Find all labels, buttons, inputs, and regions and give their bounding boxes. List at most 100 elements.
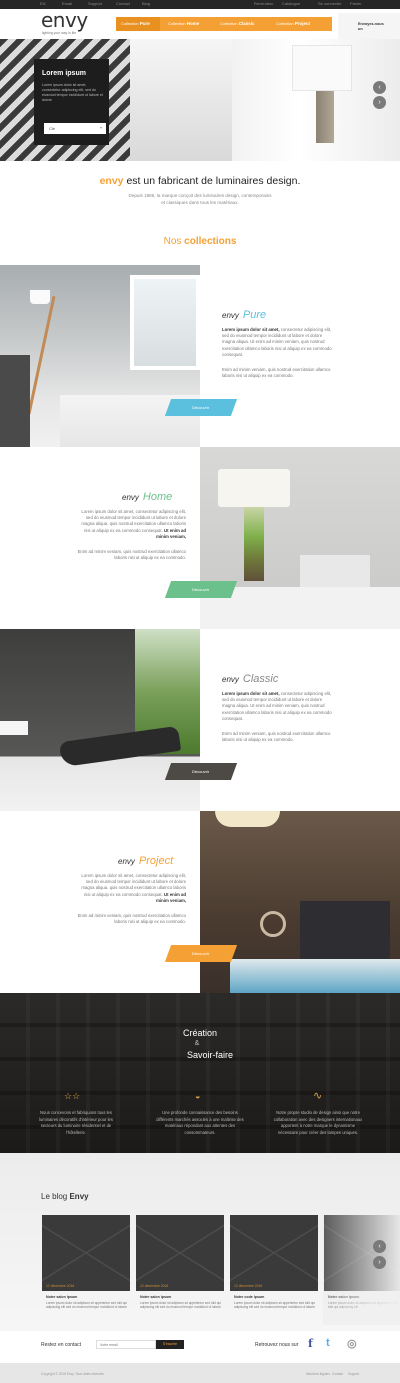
hero-caption-title: Lorem ipsum bbox=[42, 70, 86, 77]
hero-select[interactable]: Clé ▾ bbox=[44, 123, 106, 134]
login-link[interactable]: Se connecter bbox=[318, 1, 342, 6]
blog-prev-button[interactable]: ‹ bbox=[373, 1240, 386, 1253]
intro-text: Depuis 1986, la marque conçoit des lumin… bbox=[128, 193, 272, 205]
blog-card-title: Notre salon Ipsum bbox=[140, 1295, 172, 1299]
blog-card[interactable]: 12 décembre 2016 Notre salon Ipsum Lorem… bbox=[42, 1215, 130, 1327]
nav-item-home[interactable]: Collection Home bbox=[168, 21, 199, 26]
books-image bbox=[300, 555, 370, 587]
collection-home-button[interactable]: Découvrir bbox=[164, 581, 238, 598]
button-label: Découvrir bbox=[192, 405, 210, 410]
hero-lamp-base bbox=[316, 91, 334, 143]
nav-item-pure[interactable]: Collection Pure bbox=[121, 21, 150, 26]
button-label: Découvrir bbox=[192, 951, 210, 956]
nav-prefix: Collection bbox=[168, 21, 186, 26]
hero-window-image bbox=[130, 39, 240, 161]
contact-cta-label: Envoyez-nous un bbox=[358, 22, 384, 31]
collection-pure-text-2: Enim ad minim veniam, quis nostrud exerc… bbox=[222, 367, 331, 379]
collection-pure-button[interactable]: Découvrir bbox=[164, 399, 238, 416]
language-link[interactable]: EN bbox=[40, 1, 46, 6]
blog-card[interactable]: 12 décembre 2016 Notre salon Ipsum Lorem… bbox=[136, 1215, 224, 1327]
collection-classic-button[interactable]: Découvrir bbox=[164, 763, 238, 780]
blog-title-prefix: Le blog bbox=[41, 1192, 70, 1201]
collection-brand: envy bbox=[222, 311, 239, 320]
stars-icon: ☆☆ bbox=[64, 1091, 81, 1101]
social-label: Retrouvez nous sur bbox=[255, 1342, 299, 1348]
lamp-shade-image bbox=[0, 721, 28, 735]
blog-next-button[interactable]: › bbox=[373, 1256, 386, 1269]
cart-link[interactable]: Panier bbox=[350, 1, 362, 6]
collection-text-bold: Lorem ipsum dolor sit amet, bbox=[222, 327, 280, 332]
collection-name: Pure bbox=[242, 309, 267, 321]
mirror-image bbox=[260, 911, 286, 937]
collection-project: envy Project Lorem ipsum dolor sit amet, … bbox=[0, 811, 400, 993]
collection-home-text-2: Enim ad minim veniam, quis nostrud exerc… bbox=[77, 549, 186, 561]
collection-name: Project bbox=[138, 855, 174, 867]
blog-card-date: 12 décembre 2016 bbox=[140, 1284, 169, 1288]
creation-title: Création bbox=[182, 1028, 218, 1038]
creation-subtitle: Savoir-faire bbox=[186, 1050, 233, 1060]
frame-image bbox=[0, 355, 30, 447]
nav-item-project[interactable]: Collection Project bbox=[276, 21, 310, 26]
footer-link-contact[interactable]: Contact bbox=[332, 1372, 343, 1376]
blog-card-title: Notre code Ipsum bbox=[234, 1295, 265, 1299]
topbar-link-email[interactable]: Email bbox=[62, 1, 72, 6]
footer-link-legal[interactable]: Mentions légales bbox=[306, 1372, 330, 1376]
collection-project-text-2: Enim ad minim veniam, quis nostrud exerc… bbox=[77, 913, 186, 925]
collection-name: Home bbox=[142, 491, 173, 503]
collection-brand: envy bbox=[122, 493, 139, 502]
blog-card[interactable]: 12 décembre 2016 Notre code Ipsum Lorem … bbox=[230, 1215, 318, 1327]
slider-prev-button[interactable]: ‹ bbox=[373, 81, 386, 94]
topbar-link-support[interactable]: Support bbox=[88, 1, 102, 6]
newsletter-email-input[interactable] bbox=[96, 1340, 156, 1349]
topbar-link-blog[interactable]: Blog bbox=[142, 1, 150, 6]
hero-lamp-shade bbox=[292, 45, 352, 91]
chevron-right-icon: › bbox=[378, 1259, 381, 1266]
collection-project-button[interactable]: Découvrir bbox=[164, 945, 238, 962]
bed-image bbox=[230, 959, 400, 993]
collection-home: envy Home Lorem ipsum dolor sit amet, con… bbox=[0, 447, 400, 629]
contact-cta[interactable]: Envoyez-nous un bbox=[338, 13, 400, 39]
twitter-icon[interactable]: t bbox=[326, 1337, 330, 1351]
topbar-link-reseller[interactable]: Revendeur bbox=[254, 1, 274, 6]
blog-card-text: Lorem ipsum dolor sit adipiscin sit appe… bbox=[140, 1301, 221, 1310]
newsletter-label: Restez en contact bbox=[41, 1342, 82, 1348]
blog-card-image bbox=[230, 1215, 318, 1291]
collection-home-text: Lorem ipsum dolor sit amet, consectetur … bbox=[76, 509, 186, 540]
collection-project-heading: envy Project bbox=[118, 855, 173, 867]
lamp-base-image bbox=[244, 507, 264, 581]
creation-text-3: Notre propre studio de design ainsi que … bbox=[273, 1110, 363, 1135]
topbar-link-catalogue[interactable]: Catalogue bbox=[282, 1, 300, 6]
collection-classic-text: Lorem ipsum dolor sit amet, consectetur … bbox=[222, 691, 332, 722]
window-image bbox=[130, 275, 200, 370]
footer-link-support[interactable]: Support bbox=[348, 1372, 359, 1376]
creation-text-2: Une profonde connaissance des besoins di… bbox=[156, 1110, 244, 1135]
logo[interactable]: envy lighting your way in life bbox=[41, 8, 91, 36]
collection-text-bold: Lorem ipsum dolor sit amet, bbox=[222, 691, 280, 696]
collections-title-part1: Nos bbox=[163, 236, 185, 247]
blog-title: Le blog Envy bbox=[41, 1192, 89, 1201]
topbar-link-contact[interactable]: Contact bbox=[116, 1, 130, 6]
collection-classic: envy Classic Lorem ipsum dolor sit amet, … bbox=[0, 629, 400, 811]
collection-name: Classic bbox=[242, 673, 279, 685]
nav-item-classic[interactable]: Collection Classic bbox=[220, 21, 254, 26]
instagram-icon[interactable]: ◎ bbox=[347, 1337, 357, 1351]
intro-title-brand: envy bbox=[99, 175, 124, 187]
collection-brand: envy bbox=[222, 675, 239, 684]
collection-classic-text-2: Enim ad minim veniam, quis nostrud exerc… bbox=[222, 731, 331, 743]
slider-next-button[interactable]: › bbox=[373, 96, 386, 109]
main-nav: Collection Pure Collection Home Collecti… bbox=[116, 17, 332, 31]
chevron-left-icon: ‹ bbox=[378, 84, 381, 91]
collection-pure-image bbox=[0, 265, 200, 447]
button-label: Découvrir bbox=[192, 769, 210, 774]
blog-card-image bbox=[136, 1215, 224, 1291]
newsletter-submit-button[interactable]: S'inscrire bbox=[156, 1340, 184, 1349]
swirl-icon: ∿ bbox=[313, 1090, 323, 1102]
nav-label: Home bbox=[186, 21, 200, 26]
collection-home-heading: envy Home bbox=[122, 491, 172, 503]
collection-classic-image bbox=[0, 629, 200, 811]
collection-classic-heading: envy Classic bbox=[222, 673, 278, 685]
blog-title-brand: Envy bbox=[69, 1192, 89, 1201]
lamp-shade-image bbox=[218, 469, 290, 507]
facebook-icon[interactable]: f bbox=[308, 1337, 313, 1351]
collection-pure-heading: envy Pure bbox=[222, 309, 266, 321]
